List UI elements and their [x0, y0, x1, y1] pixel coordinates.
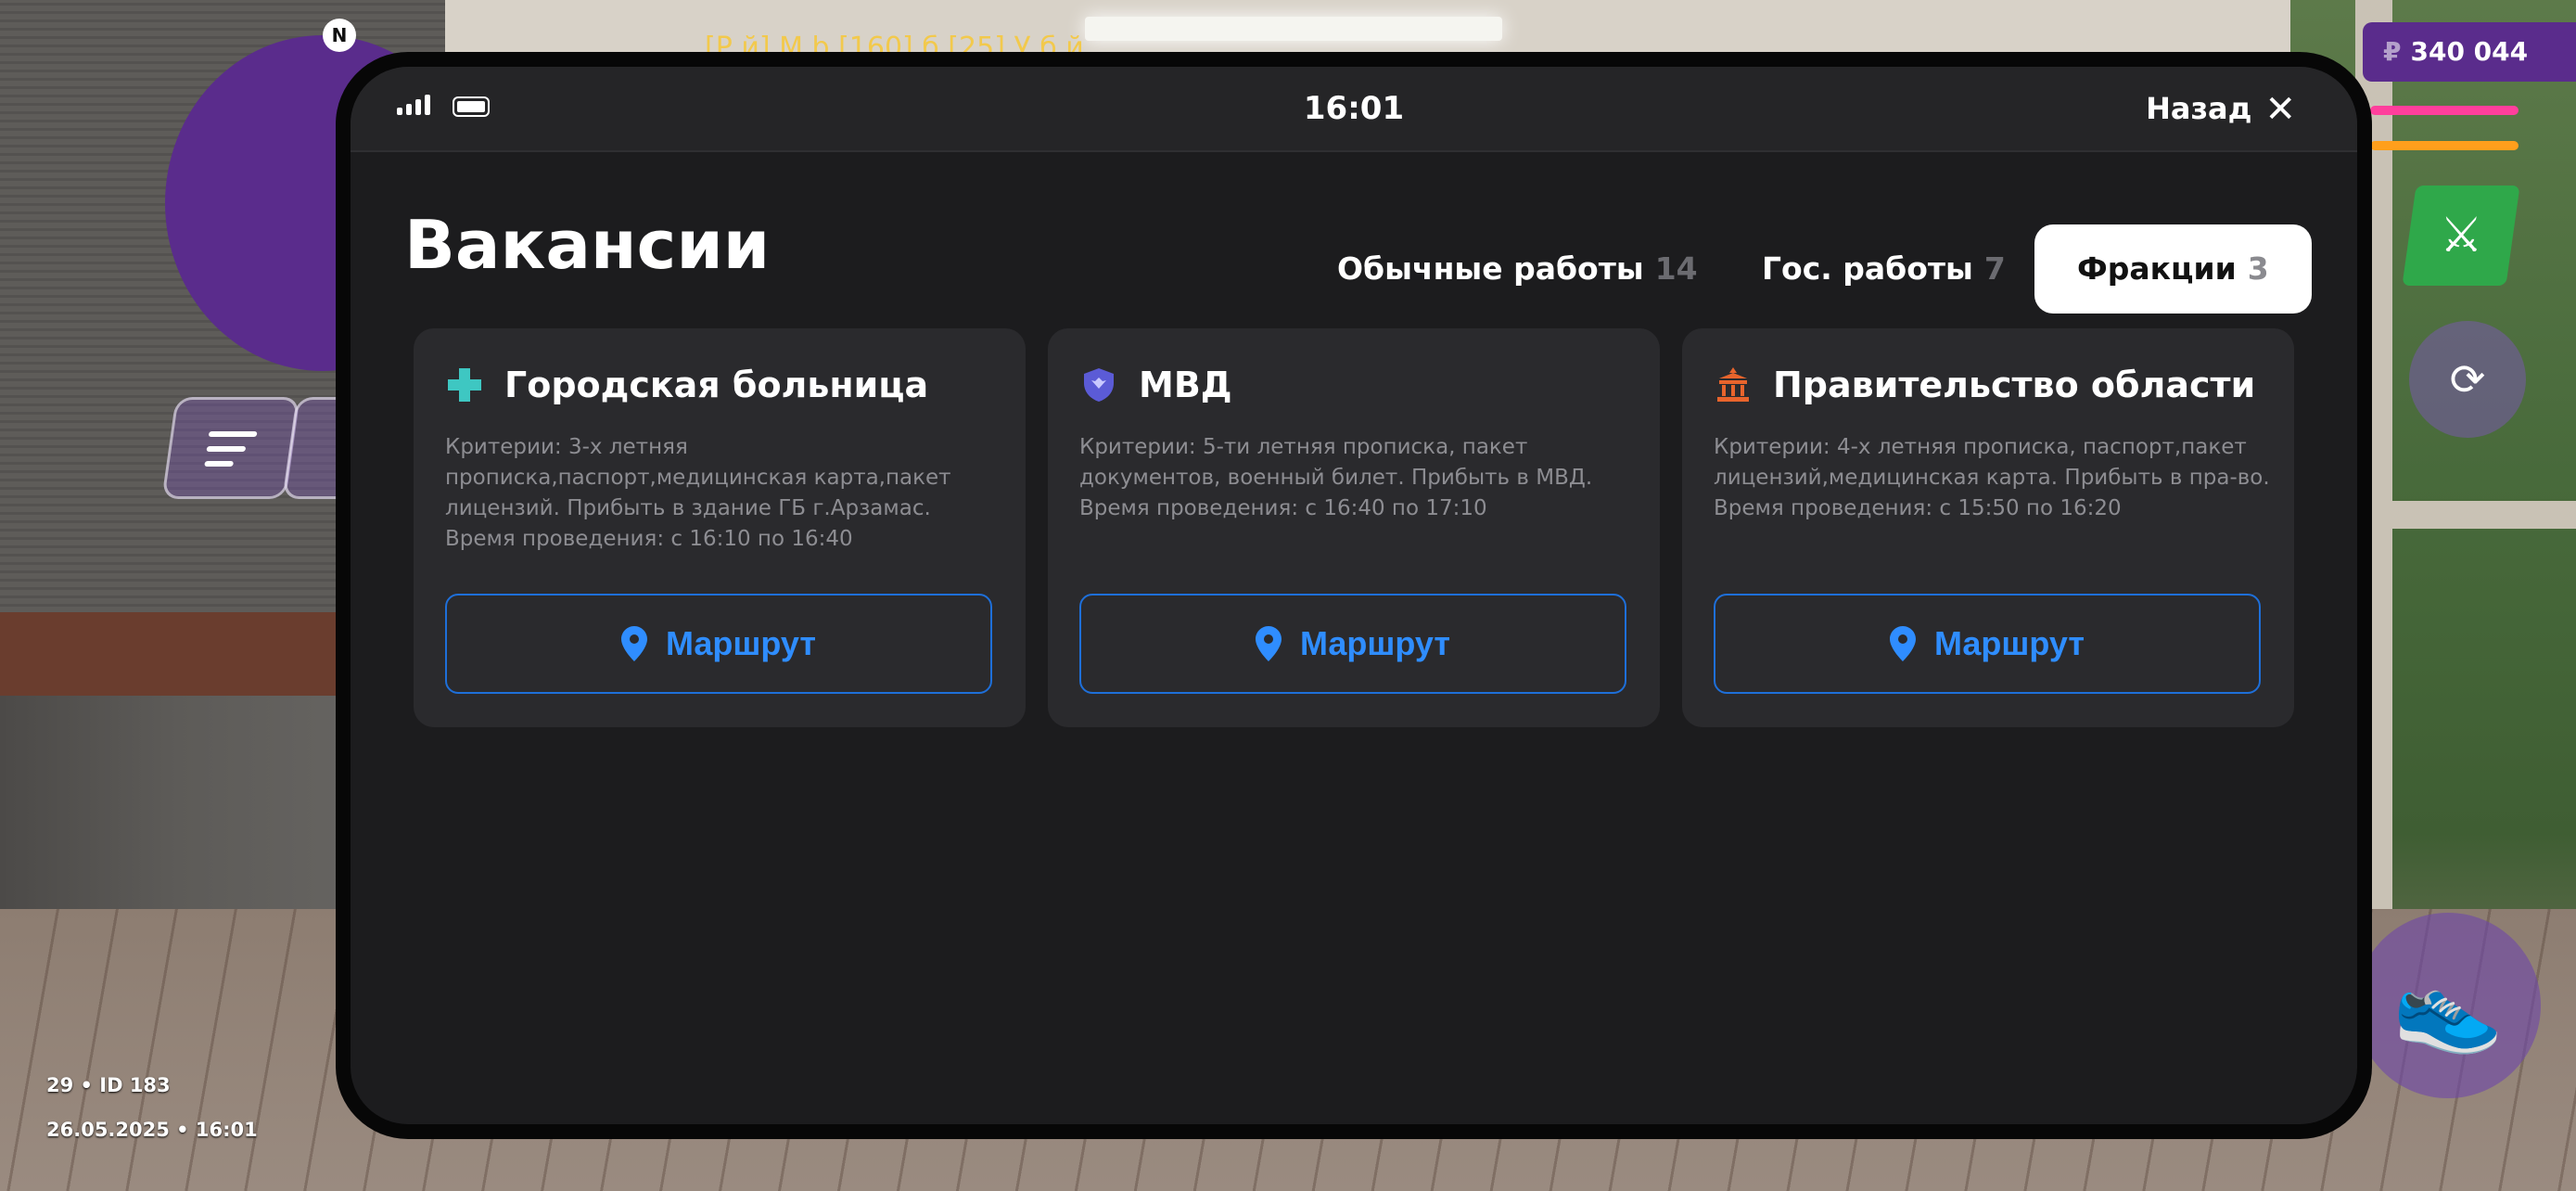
government-building-icon — [1717, 367, 1749, 402]
sneaker-icon[interactable]: 👟 — [2355, 913, 2541, 1098]
status-bar: 16:01 Назад ✕ — [351, 67, 2357, 152]
back-button[interactable]: Назад ✕ — [2146, 67, 2296, 151]
hunger-bar — [2370, 141, 2519, 150]
phone-frame: 16:01 Назад ✕ Вакансии Обычные работы 14 Г… — [336, 52, 2372, 1139]
money-display: ₽340 044 — [2363, 22, 2576, 82]
ruble-icon: ₽ — [2383, 36, 2402, 67]
route-label: Маршрут — [1299, 624, 1451, 662]
tab-factions[interactable]: Фракции 3 — [2034, 224, 2312, 314]
location-pin-icon — [1255, 626, 1282, 661]
page-title: Вакансии — [404, 206, 771, 284]
back-label: Назад — [2146, 91, 2252, 126]
card-description: Критерии: 3-х летняя прописка,паспорт,ме… — [445, 435, 951, 551]
tab-gov-jobs[interactable]: Гос. работы 7 — [1762, 224, 2006, 314]
card-description: Критерии: 4-х летняя прописка, паспорт,п… — [1714, 435, 2270, 520]
vacancy-card-hospital: Городская больница Критерии: 3-х летняя … — [414, 328, 1026, 727]
route-label: Маршрут — [1933, 624, 2085, 662]
location-pin-icon — [620, 626, 647, 661]
location-pin-icon — [1889, 626, 1916, 661]
card-title: Городская больница — [504, 365, 929, 405]
route-button[interactable]: Маршрут — [1079, 594, 1626, 694]
tab-label: Гос. работы — [1762, 250, 1973, 287]
tab-count: 7 — [1983, 250, 2006, 287]
card-header: Городская больница — [445, 362, 928, 408]
card-description: Критерии: 5-ти летняя прописка, пакет до… — [1079, 435, 1593, 520]
tab-count: 3 — [2247, 250, 2269, 287]
tab-label: Фракции — [2077, 250, 2237, 287]
health-bar — [2370, 106, 2519, 115]
money-value: 340 044 — [2410, 36, 2529, 67]
vacancy-card-mvd: МВД Критерии: 5-ти летняя прописка, паке… — [1048, 328, 1660, 727]
hamburger-menu-icon — [203, 431, 258, 476]
route-button[interactable]: Маршрут — [1714, 594, 2261, 694]
compass-north-icon: N — [323, 19, 356, 52]
phone-screen: 16:01 Назад ✕ Вакансии Обычные работы 14 Г… — [351, 67, 2357, 1124]
tab-regular-jobs[interactable]: Обычные работы 14 — [1337, 224, 1698, 314]
vacancy-card-government: Правительство области Критерии: 4-х летн… — [1682, 328, 2294, 727]
datetime-info: 26.05.2025 • 16:01 — [46, 1119, 258, 1141]
medical-cross-icon — [448, 368, 481, 402]
route-label: Маршрут — [665, 624, 817, 662]
menu-button[interactable] — [161, 397, 300, 499]
card-title: МВД — [1139, 365, 1232, 405]
close-icon[interactable]: ✕ — [2264, 68, 2296, 151]
ceiling-lamp — [1085, 17, 1502, 41]
status-time: 16:01 — [1303, 90, 1405, 127]
card-header: МВД — [1079, 362, 1232, 408]
tab-label: Обычные работы — [1337, 250, 1644, 287]
route-button[interactable]: Маршрут — [445, 594, 992, 694]
player-id-info: 29 • ID 183 — [46, 1074, 171, 1096]
rifle-icon[interactable]: ⚔ — [2402, 186, 2520, 286]
tab-count: 14 — [1654, 250, 1698, 287]
card-title: Правительство области — [1773, 365, 2256, 405]
police-shield-icon — [1084, 368, 1114, 402]
card-header: Правительство области — [1714, 362, 2255, 408]
camera-rotate-icon[interactable]: ⟳ — [2409, 321, 2526, 438]
